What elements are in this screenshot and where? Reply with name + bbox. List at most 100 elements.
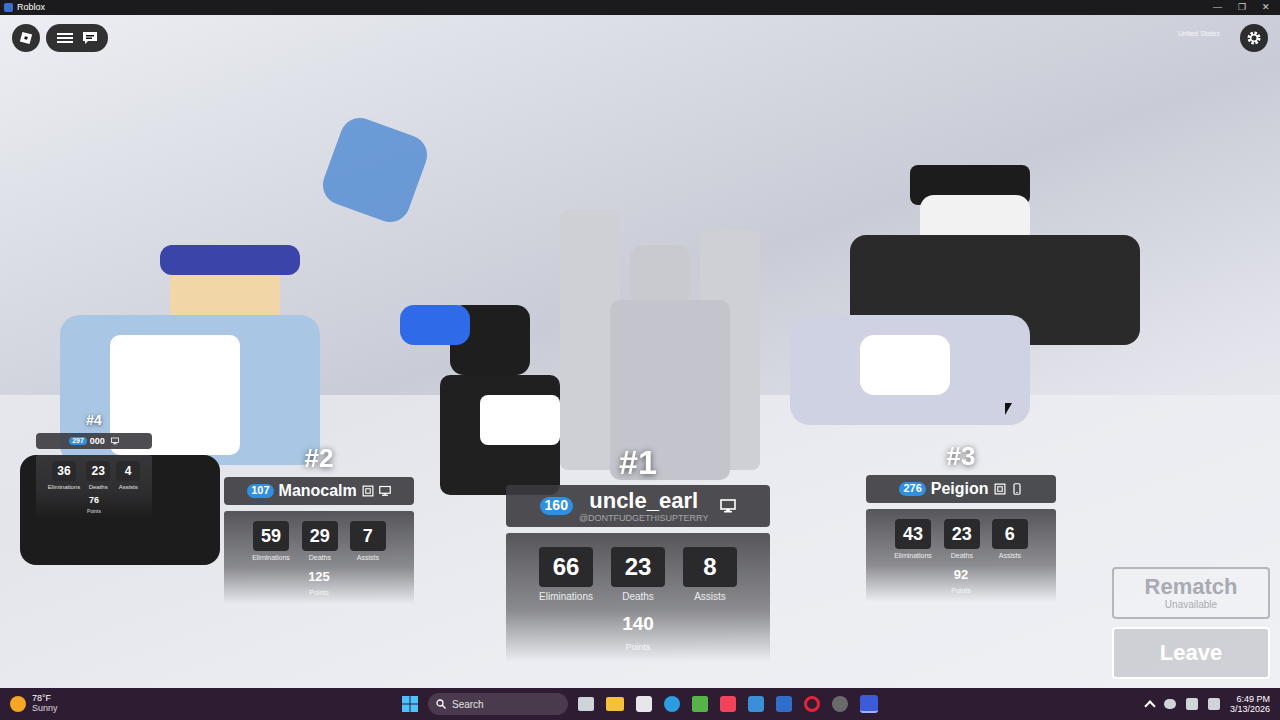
stat-label: Eliminations <box>48 483 80 492</box>
window-control[interactable]: — <box>1213 3 1222 12</box>
app-icon[interactable] <box>748 696 764 712</box>
chat-icon[interactable] <box>82 31 98 45</box>
minecraft-icon[interactable] <box>692 696 708 712</box>
roblox-taskbar-icon[interactable] <box>860 695 878 713</box>
points-value: 140 <box>622 614 654 633</box>
player-name: Peigion <box>931 481 989 497</box>
rank-label: #3 <box>947 443 976 469</box>
button-label: Rematch <box>1145 576 1238 598</box>
stat-label: Deaths <box>309 553 331 564</box>
stat-label: Deaths <box>951 551 973 562</box>
stat-value: 7 <box>350 521 386 551</box>
tray-chevron-icon[interactable] <box>1144 700 1155 711</box>
stat: 43Eliminations <box>894 519 932 562</box>
player-name-block: Peigion <box>931 481 989 497</box>
stat-value: 6 <box>992 519 1028 549</box>
stat: 23Deaths <box>611 547 665 604</box>
rank-label: #4 <box>86 413 102 427</box>
music-icon[interactable] <box>720 696 736 712</box>
stat-value: 59 <box>253 521 289 551</box>
cloud-icon[interactable] <box>1164 699 1176 709</box>
gear-icon <box>1246 30 1262 46</box>
store-icon[interactable] <box>636 696 652 712</box>
app-icon[interactable] <box>832 696 848 712</box>
level-badge: 160 <box>540 497 573 515</box>
stat: 59 Eliminations <box>252 521 290 564</box>
stat-label: Eliminations <box>252 553 290 564</box>
hud-top-left <box>12 24 108 52</box>
stat: 8Assists <box>683 547 737 604</box>
player-name-bar: 107Manocalm <box>224 477 414 505</box>
phone-icon <box>1011 483 1023 495</box>
points-value: 125 <box>308 570 330 583</box>
level-badge: 276 <box>899 482 925 496</box>
stat-value: 66 <box>539 547 593 587</box>
stat-label: Assists <box>119 483 138 492</box>
stat-label: Deaths <box>89 483 108 492</box>
podium-card: #429700036Eliminations23Deaths4Assists76… <box>36 413 152 518</box>
stat-value: 23 <box>944 519 980 549</box>
end-button: RematchUnavailable <box>1112 567 1270 619</box>
weather: Sunny <box>32 704 58 714</box>
player-name-bar: 276 Peigion <box>866 475 1056 503</box>
roblox-icon <box>4 3 13 12</box>
search-label: Search <box>452 697 484 712</box>
window-title: Roblox <box>17 3 45 12</box>
stat: 6 Assists <box>992 519 1028 562</box>
stat: 36Eliminations <box>48 461 80 492</box>
taskbar-center: Search <box>402 693 878 715</box>
region-label: United States <box>1178 29 1220 40</box>
system-tray: 6:49 PM 3/13/2026 <box>1070 694 1270 715</box>
windows-start-icon[interactable] <box>402 696 418 712</box>
search-box[interactable]: Search <box>428 693 568 715</box>
search-icon <box>436 699 446 709</box>
game-viewport: United States #4 297000 36Eliminations 23 De… <box>0 15 1280 688</box>
player-name-block: uncle_earl@DONTFUDGETHISUPTERRY <box>579 490 708 523</box>
taskbar-apps <box>578 695 878 713</box>
player-1-character <box>540 200 800 500</box>
podium-card: #3 276 Peigion 43Eliminations 23 Deaths 6 Assis… <box>866 443 1056 602</box>
window-control[interactable]: ❐ <box>1238 3 1246 12</box>
stat-label: Eliminations <box>539 589 593 604</box>
player-name-block: 000 <box>90 437 105 446</box>
player-name-bar: 297000 <box>36 433 152 449</box>
stat: 23 Deaths <box>86 461 110 492</box>
temperature: 78°F <box>32 694 58 704</box>
window-control[interactable]: ✕ <box>1262 3 1270 12</box>
clock[interactable]: 6:49 PM 3/13/2026 <box>1230 694 1270 715</box>
monitor-icon <box>720 498 736 514</box>
stat-value: 4 <box>116 461 140 481</box>
task-view-icon[interactable] <box>578 697 594 711</box>
stats-row: 66 Eliminations 23Deaths 8Assists <box>539 547 737 604</box>
stat-label: Assists <box>694 589 726 604</box>
device-slot <box>111 437 119 445</box>
hamburger-icon[interactable] <box>57 32 73 44</box>
stat-label: Assists <box>999 551 1021 562</box>
file-explorer-icon[interactable] <box>606 697 624 711</box>
stat-value: 23 <box>86 461 110 481</box>
edge-icon[interactable] <box>664 696 680 712</box>
player-3-character <box>790 145 1170 455</box>
stats-row: 43Eliminations 23 Deaths 6 Assists <box>894 519 1028 562</box>
settings-button[interactable] <box>1240 24 1268 52</box>
device-slot <box>1011 483 1023 495</box>
stats-panel: 59Eliminations29Deaths7Assists125Points <box>224 511 414 604</box>
end-buttons: RematchUnavailable Leave <box>1112 567 1270 679</box>
stat-label: Eliminations <box>894 551 932 562</box>
device-slot <box>720 498 736 514</box>
end-button[interactable]: Leave <box>1112 627 1270 679</box>
stats-panel: 36Eliminations23Deaths4Assists76Points <box>36 455 152 518</box>
weather-widget[interactable]: 78°F Sunny <box>10 694 210 714</box>
menu-chat-pill <box>46 24 108 52</box>
verified-slot <box>362 485 374 497</box>
stat: 29Deaths <box>302 521 338 564</box>
network-icon[interactable] <box>1186 698 1198 710</box>
mail-icon[interactable] <box>776 696 792 712</box>
points-label: Points <box>309 589 328 596</box>
monitor-icon <box>379 485 391 497</box>
stats-row: 36Eliminations 23 Deaths 4 Assists <box>48 461 140 492</box>
opera-icon[interactable] <box>804 696 820 712</box>
volume-icon[interactable] <box>1208 698 1220 710</box>
sun-icon <box>10 696 26 712</box>
roblox-menu-button[interactable] <box>12 24 40 52</box>
